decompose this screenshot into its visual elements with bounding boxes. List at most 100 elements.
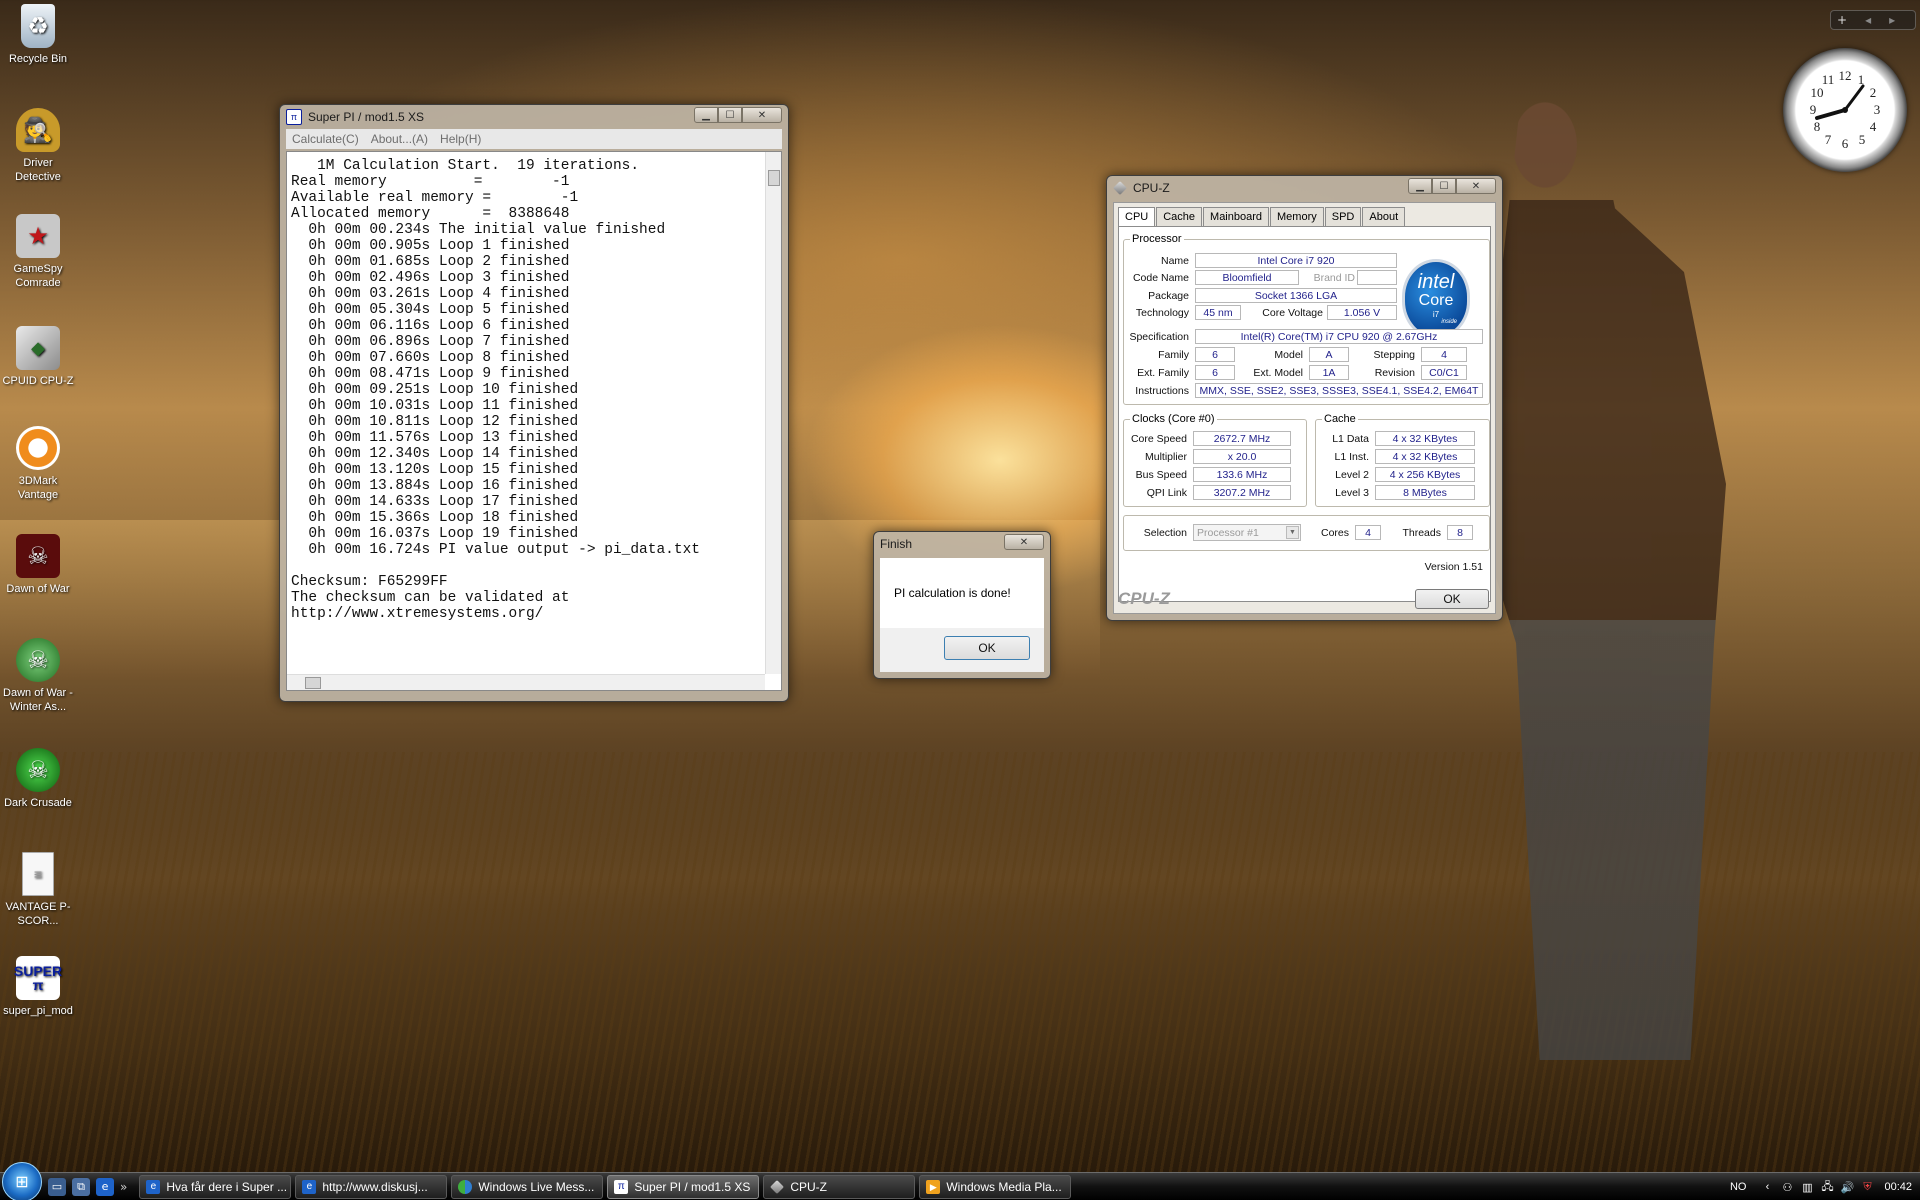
console-line: 0h 00m 16.037s Loop 19 finished <box>291 526 579 542</box>
volume-icon[interactable]: 🔊 <box>1840 1180 1855 1194</box>
svg-text:5: 5 <box>1859 132 1866 147</box>
desktop-icon-gamespy[interactable]: ★ GameSpy Comrade <box>2 214 74 290</box>
svg-text:6: 6 <box>1842 136 1849 151</box>
selection-label: Selection <box>1143 527 1187 539</box>
tab-spd[interactable]: SPD <box>1324 207 1362 226</box>
cpuz-ok-button[interactable]: OK <box>1415 589 1489 609</box>
console-line: 0h 00m 02.496s Loop 3 finished <box>291 270 570 286</box>
taskbar-button-superpi[interactable]: π Super PI / mod1.5 XS <box>607 1174 760 1199</box>
ie-quicklaunch-icon[interactable]: e <box>96 1177 114 1196</box>
cores-label: Cores <box>1320 527 1349 539</box>
maximize-button[interactable]: ☐ <box>718 107 742 123</box>
tab-memory[interactable]: Memory <box>1270 207 1324 226</box>
tab-mainboard[interactable]: Mainboard <box>1203 207 1270 226</box>
start-button[interactable]: ⊞ <box>2 1161 42 1200</box>
chevron-down-icon: ▼ <box>1286 526 1299 539</box>
superpi-window[interactable]: π Super PI / mod1.5 XS ▁ ☐ ✕ Calculate(C… <box>279 104 789 702</box>
qpi-value: 3207.2 MHz <box>1193 485 1291 500</box>
clocks-legend: Clocks (Core #0) <box>1132 413 1215 425</box>
maximize-button[interactable]: ☐ <box>1432 178 1456 194</box>
package-label: Package <box>1148 290 1189 302</box>
vertical-scrollbar[interactable] <box>765 152 781 674</box>
tab-cpu[interactable]: CPU <box>1118 207 1156 226</box>
desktop-icon-vantage-pscore[interactable]: ≡ VANTAGE P-SCOR... <box>2 852 74 928</box>
menu-about[interactable]: About...(A) <box>365 132 434 146</box>
sidebar-gadget-icon[interactable]: ▥ <box>1800 1180 1814 1194</box>
taskbar-button-label: Windows Live Mess... <box>478 1179 595 1194</box>
desktop-icon-dawn-of-war[interactable]: ☠ Dawn of War <box>2 534 74 596</box>
winter-assault-icon: ☠ <box>16 638 60 682</box>
cpuz-icon <box>1113 181 1127 195</box>
core-speed-label: Core Speed <box>1130 433 1187 445</box>
security-icon[interactable]: ⛨ <box>1860 1180 1874 1194</box>
minimize-button[interactable]: ▁ <box>694 107 718 123</box>
close-button[interactable]: ✕ <box>1004 534 1044 550</box>
console-line: 0h 00m 15.366s Loop 18 finished <box>291 510 579 526</box>
taskbar-button-ie-1[interactable]: e Hva får dere i Super ... <box>139 1174 292 1199</box>
prev-gadget-icon[interactable]: ◂ <box>1865 13 1871 27</box>
next-gadget-icon[interactable]: ▸ <box>1889 13 1895 27</box>
taskbar: ⊞ ▭ ⧉ e » e Hva får dere i Super ... e h… <box>0 1161 1920 1200</box>
finish-ok-button[interactable]: OK <box>944 636 1030 660</box>
network-icon[interactable]: 🖧 <box>1820 1180 1834 1194</box>
svg-text:9: 9 <box>1810 102 1817 117</box>
language-indicator[interactable]: NO <box>1730 1181 1747 1193</box>
stepping-label: Stepping <box>1373 349 1415 361</box>
name-label: Name <box>1160 255 1189 267</box>
show-desktop-icon[interactable]: ▭ <box>48 1177 66 1196</box>
bus-speed-value: 133.6 MHz <box>1193 467 1291 482</box>
cpuz-title: CPU-Z <box>1133 181 1170 195</box>
clock-gadget[interactable]: 12 1 2 345 678 9 10 11 <box>1783 48 1907 172</box>
codename-label: Code Name <box>1132 272 1189 284</box>
quicklaunch-more-icon[interactable]: » <box>120 1180 127 1194</box>
clock-time[interactable]: 00:42 <box>1884 1181 1912 1193</box>
close-button[interactable]: ✕ <box>1456 178 1496 194</box>
desktop-icon-winter-assault[interactable]: ☠ Dawn of War - Winter As... <box>2 638 74 714</box>
qpi-label: QPI Link <box>1146 487 1187 499</box>
taskbar-button-media-player[interactable]: ▶ Windows Media Pla... <box>919 1174 1072 1199</box>
desktop-icon-driver-detective[interactable]: 🕵 Driver Detective <box>2 108 74 184</box>
sidebar-controls[interactable]: + ◂ ▸ <box>1830 10 1916 30</box>
processor-select[interactable]: Processor #1 ▼ <box>1193 524 1301 541</box>
superpi-output[interactable]: 1M Calculation Start. 19 iterations. Real… <box>286 151 782 691</box>
console-line: 0h 00m 12.340s Loop 14 finished <box>291 446 579 462</box>
minimize-button[interactable]: ▁ <box>1408 178 1432 194</box>
instructions-label: Instructions <box>1135 385 1189 397</box>
revision-label: Revision <box>1374 367 1415 379</box>
taskbar-button-messenger[interactable]: Windows Live Mess... <box>451 1174 604 1199</box>
l2-label: Level 2 <box>1335 469 1369 481</box>
console-line: 0h 00m 03.261s Loop 4 finished <box>291 286 570 302</box>
tab-cache[interactable]: Cache <box>1156 207 1203 226</box>
console-line: 0h 00m 13.884s Loop 16 finished <box>291 478 579 494</box>
desktop-icon-superpi[interactable]: SUPER π super_pi_mod <box>2 956 74 1018</box>
svg-text:11: 11 <box>1822 72 1835 87</box>
cpuz-window[interactable]: CPU-Z ▁ ☐ ✕ CPU Cache Mainboard Memory S… <box>1106 175 1503 621</box>
tab-about[interactable]: About <box>1362 207 1406 226</box>
desktop-icon-recycle-bin[interactable]: ♻ Recycle Bin <box>2 4 74 66</box>
technology-value: 45 nm <box>1195 305 1241 320</box>
add-gadget-icon[interactable]: + <box>1837 13 1847 27</box>
chevron-left-icon[interactable]: ‹ <box>1760 1180 1774 1194</box>
logo-tag: inside <box>1441 319 1457 325</box>
close-button[interactable]: ✕ <box>742 107 782 123</box>
threads-label: Threads <box>1402 527 1441 539</box>
switch-windows-icon[interactable]: ⧉ <box>72 1177 90 1196</box>
threads-value: 8 <box>1447 525 1473 540</box>
taskbar-button-ie-2[interactable]: e http://www.diskusj... <box>295 1174 448 1199</box>
network-people-icon[interactable]: ⚇ <box>1780 1180 1794 1194</box>
horizontal-scrollbar[interactable] <box>287 674 765 690</box>
stepping-value: 4 <box>1421 347 1467 362</box>
dark-crusade-icon: ☠ <box>16 748 60 792</box>
menu-help[interactable]: Help(H) <box>434 132 487 146</box>
taskbar-button-cpuz[interactable]: CPU-Z <box>763 1174 916 1199</box>
finish-dialog[interactable]: Finish ✕ PI calculation is done! OK <box>873 531 1051 679</box>
cpuz-brand: CPU-Z <box>1118 589 1170 608</box>
desktop-icon-dark-crusade[interactable]: ☠ Dark Crusade <box>2 748 74 810</box>
desktop-icon-cpuz[interactable]: ◆ CPUID CPU-Z <box>2 326 74 388</box>
scroll-thumb[interactable] <box>768 170 780 186</box>
taskbar-button-label: Windows Media Pla... <box>946 1179 1062 1194</box>
menu-calculate[interactable]: Calculate(C) <box>286 132 365 146</box>
desktop-icon-3dmark[interactable]: 3DMark Vantage <box>2 426 74 502</box>
messenger-icon <box>458 1179 473 1194</box>
scroll-thumb[interactable] <box>305 677 321 689</box>
